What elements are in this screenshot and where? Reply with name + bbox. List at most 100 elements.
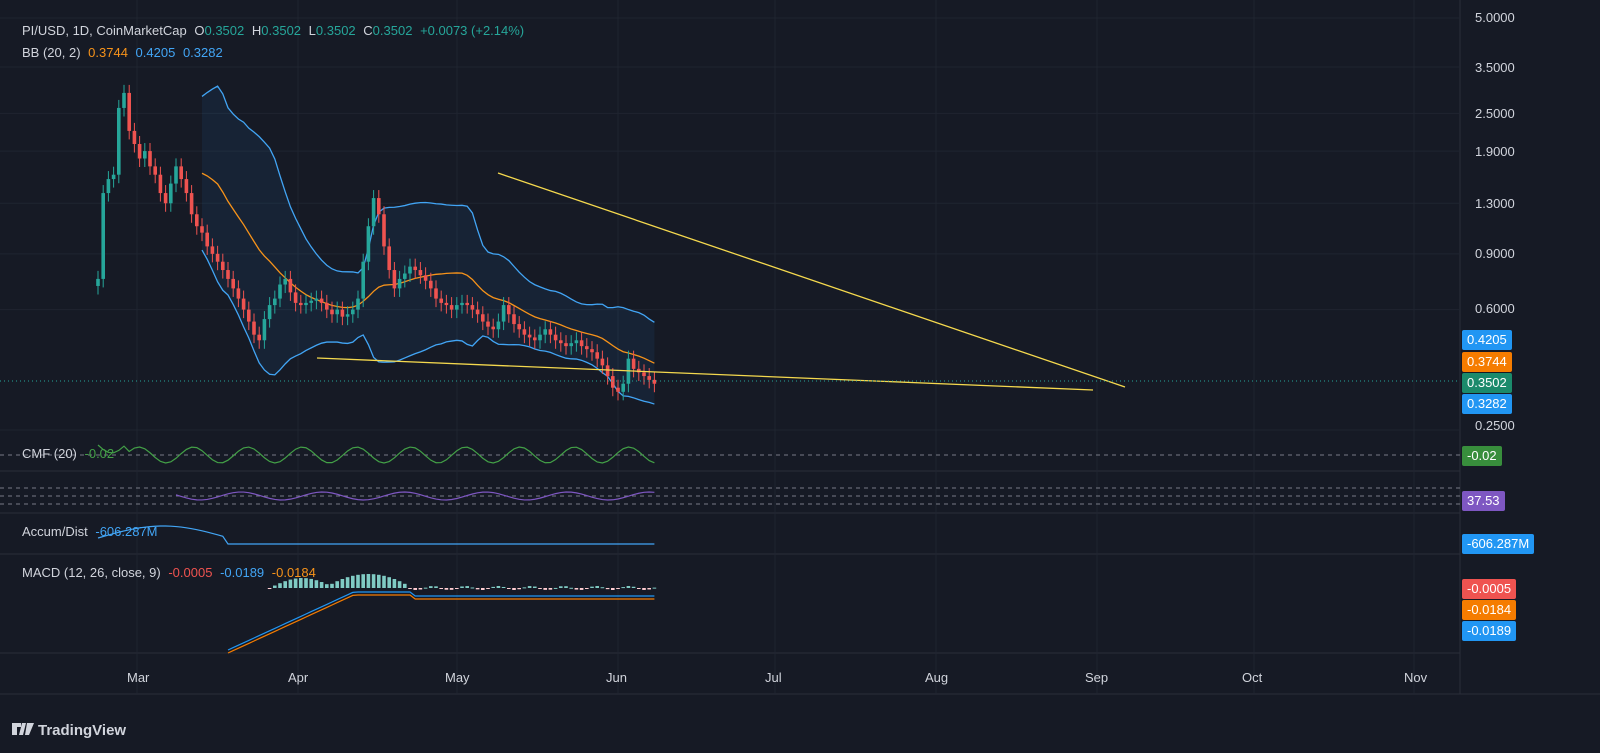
- candle-body: [559, 340, 563, 344]
- ad-line: [97, 525, 655, 545]
- candle-body: [434, 288, 438, 299]
- chart-canvas[interactable]: [0, 0, 1600, 753]
- candle-body: [257, 334, 261, 341]
- candle-body: [174, 166, 178, 184]
- candle-body: [101, 193, 105, 279]
- y-tick-label: 0.2500: [1475, 418, 1515, 433]
- macd-histogram-bar: [533, 586, 537, 588]
- candle-body: [475, 309, 480, 315]
- macd-histogram-bar: [585, 588, 589, 589]
- candle-body: [236, 288, 241, 299]
- candle-body: [574, 340, 579, 344]
- candle-body: [309, 300, 313, 303]
- macd-histogram-bar: [616, 588, 620, 590]
- candle-body: [631, 358, 636, 369]
- low-value: 0.3502: [315, 23, 356, 38]
- candle-body: [392, 270, 397, 289]
- candle-body: [153, 166, 157, 175]
- macd-histogram-bar: [559, 586, 563, 588]
- macd-histogram-bar: [621, 587, 625, 589]
- candle-body: [501, 305, 506, 322]
- candle-body: [486, 321, 490, 327]
- macd-histogram-bar: [439, 588, 443, 589]
- macd-histogram-bar: [501, 586, 506, 588]
- tradingview-brand[interactable]: TradingView: [12, 722, 126, 739]
- candle-body: [304, 302, 308, 306]
- brand-label: TradingView: [38, 722, 127, 739]
- candle-body: [408, 266, 412, 274]
- high-value: 0.3502: [261, 23, 302, 38]
- candle-body: [143, 151, 147, 159]
- candle-body: [262, 319, 267, 341]
- x-tick-label: Jun: [606, 670, 627, 685]
- candle-body: [543, 329, 547, 335]
- macd-histogram-bar: [465, 586, 469, 588]
- close-key: C: [363, 23, 373, 38]
- macd-histogram-bar: [605, 588, 610, 590]
- macd-hist-value: -0.0005: [168, 565, 213, 580]
- high-key: H: [251, 23, 262, 38]
- macd-histogram-bar: [548, 588, 553, 590]
- macd-histogram-bar: [491, 586, 495, 588]
- macd-histogram-bar: [418, 588, 423, 590]
- macd-line: [227, 591, 655, 651]
- macd-histogram-bar: [611, 588, 615, 590]
- macd-histogram-bar: [397, 581, 402, 588]
- symbol-label: PI/USD, 1D, CoinMarketCap: [22, 23, 187, 38]
- macd-histogram-bar: [652, 587, 657, 589]
- x-tick-label: Mar: [127, 670, 150, 685]
- candle-body: [330, 309, 334, 315]
- macd-histogram-bar: [517, 588, 521, 590]
- candle-body: [361, 261, 365, 299]
- x-tick-label: Sep: [1085, 670, 1109, 685]
- candle-body: [283, 278, 287, 285]
- candle-body: [512, 314, 516, 325]
- candle-body: [377, 198, 381, 215]
- cmf-line: [97, 444, 655, 464]
- candle-body: [569, 343, 573, 347]
- macd-histogram-bar: [309, 578, 313, 588]
- candle-body: [522, 329, 527, 335]
- macd-histogram-bar: [392, 579, 397, 588]
- candle-body: [470, 305, 475, 310]
- macd-histogram-bar: [512, 588, 516, 590]
- macd-histogram-bar: [569, 587, 573, 589]
- macd-histogram-bar: [475, 588, 480, 590]
- macd-histogram-bar: [423, 587, 428, 589]
- candle-body: [449, 305, 454, 310]
- candle-body: [553, 334, 558, 341]
- candle-body: [491, 326, 495, 330]
- candle-body: [387, 246, 391, 271]
- x-tick-label: Jul: [765, 670, 782, 685]
- x-tick-label: Aug: [925, 670, 949, 685]
- y-tick-label: 0.9000: [1475, 246, 1515, 261]
- candle-body: [340, 309, 345, 317]
- macd-signal-badge: -0.0184: [1462, 600, 1517, 620]
- cmf-legend: CMF (20) -0.02: [22, 446, 118, 461]
- macd-histogram-bar: [356, 574, 360, 588]
- macd-histogram-bar: [553, 587, 558, 589]
- macd-histogram-bar: [600, 587, 605, 589]
- cmf-value: -0.02: [84, 446, 115, 461]
- macd-histogram-bar: [325, 584, 329, 588]
- macd-histogram-bar: [449, 588, 454, 590]
- candle-body: [200, 226, 204, 233]
- candle-body: [465, 302, 469, 306]
- bb-upper-badge: 0.4205: [1462, 330, 1512, 350]
- candle-body: [231, 278, 235, 289]
- candle-body: [241, 298, 246, 310]
- candle-body: [158, 174, 163, 194]
- macd-histogram-bar: [637, 588, 641, 589]
- bb-lower-badge: 0.3282: [1462, 394, 1512, 414]
- macd-histogram-bar: [543, 588, 547, 590]
- macd-histogram-bar: [486, 588, 490, 589]
- macd-histogram-bar: [371, 574, 376, 588]
- macd-histogram-bar: [283, 581, 287, 588]
- candle-body: [533, 337, 537, 341]
- candle-body: [189, 193, 194, 215]
- candle-body: [429, 280, 433, 289]
- macd-histogram-bar: [444, 588, 449, 590]
- x-tick-label: May: [445, 670, 470, 685]
- macd-histogram-bar: [579, 588, 584, 590]
- ohlc-legend: PI/USD, 1D, CoinMarketCap O0.3502 H0.350…: [22, 23, 528, 38]
